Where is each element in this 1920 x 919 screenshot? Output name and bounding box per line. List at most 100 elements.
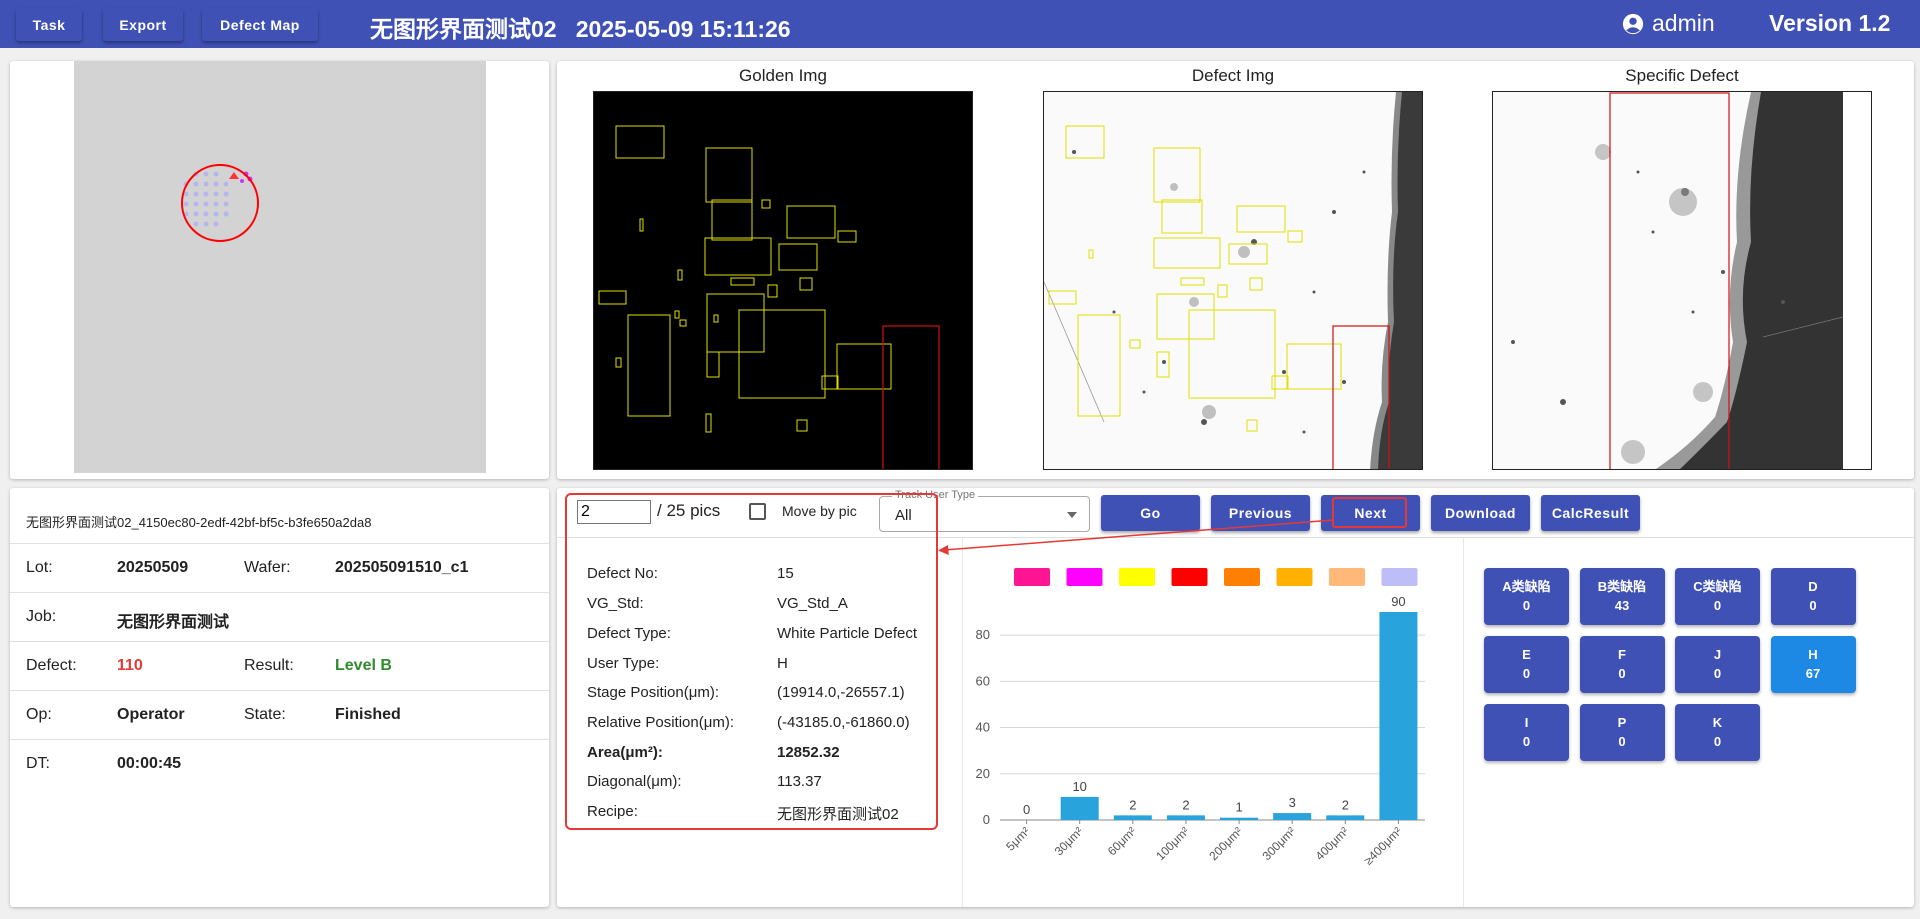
bar bbox=[1220, 817, 1259, 820]
state-value: Finished bbox=[335, 706, 401, 723]
category-label: K bbox=[1712, 715, 1723, 730]
relative-position-value: (-43185.0,-61860.0) bbox=[777, 714, 910, 731]
account-icon bbox=[1622, 13, 1644, 34]
bar bbox=[1379, 612, 1418, 820]
state-label: State: bbox=[244, 706, 286, 723]
category-button[interactable]: I0 bbox=[1484, 704, 1569, 761]
previous-button[interactable]: Previous bbox=[1211, 495, 1310, 531]
defect-type-label: Defect Type: bbox=[587, 625, 671, 642]
task-button[interactable]: Task bbox=[16, 8, 82, 41]
category-button[interactable]: H 67 bbox=[1770, 636, 1856, 693]
legend-swatch bbox=[1329, 568, 1365, 586]
specific-defect-image[interactable] bbox=[1492, 91, 1872, 470]
username: admin bbox=[1652, 10, 1715, 36]
defect-map-button[interactable]: Defect Map bbox=[202, 8, 318, 41]
specific-defect-caption: Specific Defect bbox=[1625, 66, 1739, 85]
wafer-value: 202505091510_c1 bbox=[335, 559, 469, 576]
defect-type-value: White Particle Defect bbox=[777, 625, 918, 642]
category-button[interactable]: C类缺陷 0 bbox=[1675, 568, 1760, 625]
category-button[interactable]: P0 bbox=[1579, 704, 1665, 761]
result-value: Level B bbox=[335, 657, 392, 674]
info-row-job: Job: 无图形界面测试 bbox=[10, 592, 549, 641]
bar-value-label: 0 bbox=[1023, 802, 1030, 817]
job-id: 无图形界面测试02_4150ec80-2edf-42bf-bf5c-b3fe65… bbox=[26, 515, 372, 530]
lot-label: Lot: bbox=[26, 559, 53, 576]
job-value: 无图形界面测试 bbox=[117, 614, 230, 631]
calc-result-button[interactable]: CalcResult bbox=[1541, 495, 1640, 531]
category-count: 0 bbox=[1618, 666, 1626, 681]
x-tick-label: 400μm² bbox=[1313, 824, 1352, 863]
legend-swatch bbox=[1276, 568, 1313, 586]
x-tick-label: 60μm² bbox=[1105, 824, 1139, 858]
legend-swatch bbox=[1066, 568, 1103, 586]
category-button[interactable]: J0 bbox=[1675, 636, 1760, 693]
defect-no-label: Defect No: bbox=[587, 565, 658, 582]
next-button[interactable]: Next bbox=[1321, 495, 1420, 531]
y-tick-label: 40 bbox=[976, 720, 990, 735]
x-tick-label: 5μm² bbox=[1003, 824, 1032, 853]
bar-value-label: 2 bbox=[1129, 797, 1136, 812]
category-label: C类缺陷 bbox=[1693, 579, 1742, 594]
legend-swatch bbox=[1171, 568, 1208, 586]
bar bbox=[1113, 815, 1152, 820]
category-button[interactable]: K0 bbox=[1675, 704, 1760, 761]
wafer-map[interactable] bbox=[74, 61, 486, 473]
legend-swatch bbox=[1014, 568, 1050, 586]
category-label: H bbox=[1808, 647, 1818, 662]
user-type-label: User Type: bbox=[587, 655, 660, 672]
category-label: A类缺陷 bbox=[1502, 579, 1551, 594]
lot-value: 20250509 bbox=[117, 559, 189, 576]
dt-label: DT: bbox=[26, 755, 50, 772]
category-label: E bbox=[1522, 647, 1531, 662]
recipe-label: Recipe: bbox=[587, 803, 638, 820]
category-button[interactable]: D0 bbox=[1770, 568, 1856, 625]
defect-image-caption: Defect Img bbox=[1191, 66, 1275, 85]
bar bbox=[1273, 813, 1312, 820]
category-count: 43 bbox=[1614, 598, 1630, 613]
y-tick-label: 0 bbox=[983, 812, 990, 827]
category-count: 0 bbox=[1713, 598, 1722, 613]
category-button[interactable]: E0 bbox=[1484, 636, 1569, 693]
golden-image[interactable] bbox=[593, 91, 973, 470]
category-count: 0 bbox=[1713, 734, 1722, 749]
x-tick-label: 30μm² bbox=[1052, 824, 1086, 858]
relative-position-label: Relative Position(μm): bbox=[587, 714, 735, 731]
recipe-value: 无图形界面测试02 bbox=[777, 806, 899, 823]
defect-image[interactable] bbox=[1043, 91, 1423, 470]
category-button[interactable]: A类缺陷 0 bbox=[1484, 568, 1569, 625]
area-label: Area(μm²): bbox=[587, 744, 663, 761]
version-label: Version 1.2 bbox=[1769, 10, 1891, 36]
category-count: 67 bbox=[1805, 666, 1821, 681]
category-button[interactable]: F0 bbox=[1579, 636, 1665, 693]
legend-swatch bbox=[1224, 568, 1260, 586]
category-label: P bbox=[1617, 715, 1627, 730]
info-row-defect: Defect: 110 Result: Level B bbox=[10, 641, 549, 690]
legend-swatch bbox=[1381, 568, 1418, 586]
page-title: 无图形界面测试02 2025-05-09 15:11:26 bbox=[370, 16, 791, 42]
bar-value-label: 2 bbox=[1182, 797, 1189, 812]
info-row-lot: Lot: 20250509 Wafer: 202505091510_c1 bbox=[10, 543, 549, 592]
bar bbox=[1166, 815, 1205, 820]
golden-image-caption: Golden Img bbox=[739, 66, 827, 85]
wafer-label: Wafer: bbox=[244, 559, 291, 576]
diagonal-value: 113.37 bbox=[777, 773, 822, 790]
defect-size-chart: 0 20 40 60 80 0 5μm² 10 30μm² 2 60μm² 2 100μm² 1 200μm… bbox=[976, 568, 1425, 868]
wafer-map-panel bbox=[10, 61, 549, 479]
dt-value: 00:00:45 bbox=[117, 755, 182, 772]
x-tick-label: ≥400μm² bbox=[1361, 824, 1404, 867]
category-count: 0 bbox=[1522, 734, 1531, 749]
vg-std-value: VG_Std_A bbox=[777, 595, 848, 612]
specific-defect-column: Specific Defect bbox=[1492, 61, 1872, 470]
bar bbox=[1326, 815, 1365, 820]
user-menu[interactable]: admin bbox=[1622, 10, 1715, 37]
area-value: 12852.32 bbox=[777, 744, 840, 761]
category-count: 0 bbox=[1809, 598, 1817, 613]
category-label: I bbox=[1524, 715, 1529, 730]
y-tick-label: 20 bbox=[976, 766, 990, 781]
export-button[interactable]: Export bbox=[103, 8, 183, 41]
vg-std-label: VG_Std: bbox=[587, 595, 644, 612]
bar-value-label: 10 bbox=[1072, 779, 1086, 794]
download-button[interactable]: Download bbox=[1431, 495, 1530, 531]
go-button[interactable]: Go bbox=[1101, 495, 1200, 531]
category-button[interactable]: B类缺陷 43 bbox=[1579, 568, 1665, 625]
